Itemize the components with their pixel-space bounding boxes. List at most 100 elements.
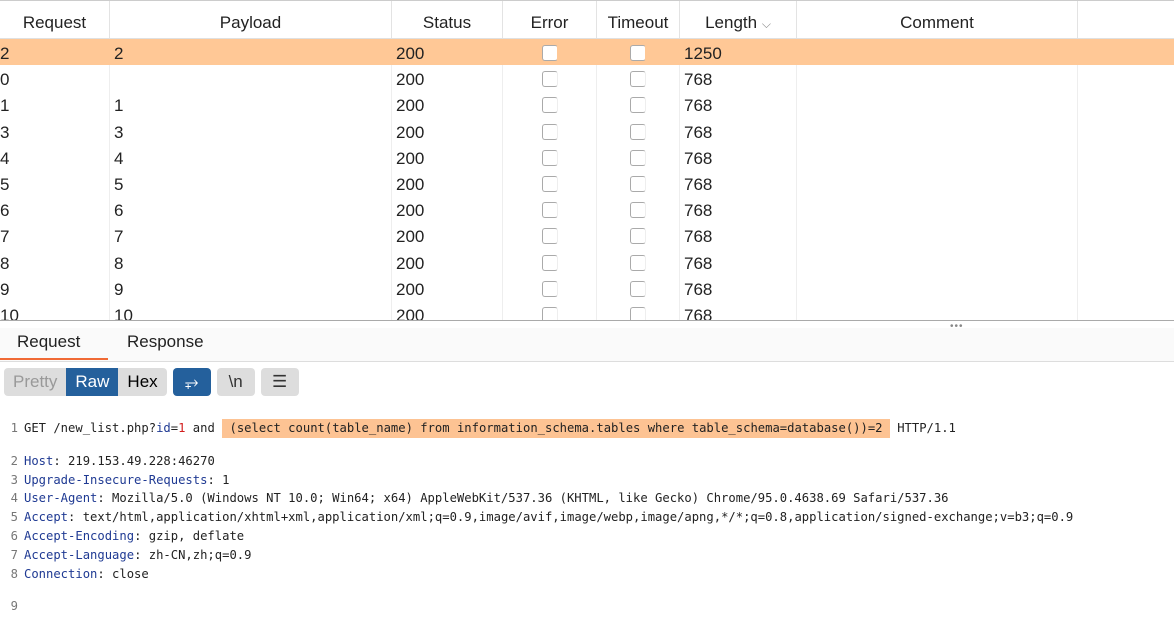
error-checkbox[interactable] bbox=[541, 175, 558, 192]
table-row[interactable]: 5 5 200 768 bbox=[0, 169, 1174, 197]
cell-comment bbox=[797, 91, 1078, 118]
error-checkbox[interactable] bbox=[541, 280, 558, 297]
cell-request: 7 bbox=[0, 222, 110, 249]
timeout-checkbox[interactable] bbox=[630, 97, 646, 114]
cell-request: 9 bbox=[0, 274, 110, 301]
wrap-lines-icon[interactable]: ⥅ bbox=[172, 368, 211, 396]
hex-button[interactable]: Hex bbox=[118, 368, 166, 396]
cell-payload: 2 bbox=[110, 39, 392, 66]
tab-response[interactable]: Response bbox=[127, 332, 204, 352]
cell-status: 200 bbox=[392, 248, 503, 275]
cell-error bbox=[503, 248, 597, 275]
table-row[interactable]: 1 1 200 768 bbox=[0, 91, 1174, 118]
timeout-checkbox[interactable] bbox=[630, 202, 646, 219]
col-timeout[interactable]: Timeout bbox=[597, 1, 680, 38]
table-row[interactable]: 7 7 200 768 bbox=[0, 222, 1174, 249]
timeout-checkbox[interactable] bbox=[630, 149, 646, 166]
show-newlines-button[interactable]: \n bbox=[216, 368, 255, 396]
cell-length: 768 bbox=[680, 274, 797, 301]
col-error[interactable]: Error bbox=[503, 1, 597, 38]
and-keyword: and bbox=[185, 421, 223, 435]
timeout-checkbox[interactable] bbox=[630, 228, 646, 245]
pretty-button[interactable]: Pretty bbox=[4, 368, 66, 396]
request-line: GET /new_list.php? bbox=[24, 421, 157, 435]
cell-status: 200 bbox=[392, 65, 503, 92]
timeout-checkbox[interactable] bbox=[630, 306, 646, 321]
error-checkbox[interactable] bbox=[541, 45, 558, 61]
sort-chevron-icon: ⌵ bbox=[761, 17, 771, 31]
code-line: 4 User-Agent: Mozilla/5.0 (Windows NT 10.… bbox=[0, 489, 1073, 508]
timeout-checkbox[interactable] bbox=[630, 71, 646, 88]
cell-error bbox=[503, 39, 597, 66]
request-editor[interactable]: 1 GET /new_list.php? id = 1 and (select coun… bbox=[0, 405, 1073, 630]
cell-length: 768 bbox=[680, 117, 797, 144]
code-line: 2 Host: 219.153.49.228:46270 bbox=[0, 452, 1073, 471]
timeout-checkbox[interactable] bbox=[630, 280, 646, 297]
cell-error bbox=[503, 91, 597, 118]
header-name: User-Agent bbox=[24, 491, 98, 506]
splitter[interactable] bbox=[0, 320, 1174, 321]
cell-length: 768 bbox=[680, 222, 797, 249]
col-length[interactable]: Length ⌵ bbox=[680, 1, 797, 38]
timeout-checkbox[interactable] bbox=[630, 123, 646, 140]
cell-status: 200 bbox=[392, 196, 503, 223]
timeout-checkbox[interactable] bbox=[630, 254, 646, 271]
header-value: : Mozilla/5.0 (Windows NT 10.0; Win64; x… bbox=[97, 491, 949, 506]
param-eq: = bbox=[170, 421, 179, 435]
col-payload[interactable]: Payload bbox=[110, 1, 392, 38]
error-checkbox[interactable] bbox=[541, 306, 558, 321]
cell-timeout bbox=[597, 91, 680, 118]
timeout-checkbox[interactable] bbox=[630, 45, 646, 61]
table-row[interactable]: 2 2 200 1250 bbox=[0, 39, 1174, 66]
cell-payload: 4 bbox=[110, 143, 392, 170]
editor-toolbar: Pretty Raw Hex ⥅ \n ☰ bbox=[4, 368, 299, 396]
table-row[interactable]: 6 6 200 768 bbox=[0, 196, 1174, 223]
error-checkbox[interactable] bbox=[541, 123, 558, 140]
cell-timeout bbox=[597, 117, 680, 144]
cell-timeout bbox=[597, 196, 680, 223]
cell-comment bbox=[797, 196, 1078, 223]
tab-request[interactable]: Request bbox=[17, 332, 80, 352]
cell-payload: 3 bbox=[110, 117, 392, 144]
cell-request: 3 bbox=[0, 117, 110, 144]
view-mode-toggle: Pretty Raw Hex bbox=[4, 368, 167, 396]
header-name: Accept-Encoding bbox=[24, 528, 135, 543]
cell-length: 768 bbox=[680, 91, 797, 118]
code-line: 1 GET /new_list.php? id = 1 and (select coun… bbox=[0, 419, 1073, 438]
raw-button[interactable]: Raw bbox=[66, 368, 119, 396]
timeout-checkbox[interactable] bbox=[630, 175, 646, 192]
code-line: 9 bbox=[10, 599, 18, 614]
active-tab-underline bbox=[0, 358, 108, 360]
error-checkbox[interactable] bbox=[541, 202, 558, 219]
cell-request: 0 bbox=[0, 65, 110, 92]
cell-comment bbox=[797, 222, 1078, 249]
cell-request: 4 bbox=[0, 143, 110, 170]
table-row[interactable]: 4 4 200 768 bbox=[0, 143, 1174, 170]
cell-status: 200 bbox=[392, 274, 503, 301]
error-checkbox[interactable] bbox=[541, 149, 558, 166]
header-name: Accept-Language bbox=[24, 547, 135, 562]
cell-length: 768 bbox=[680, 300, 797, 321]
table-row[interactable]: 10 10 200 768 bbox=[0, 300, 1174, 321]
table-row[interactable]: 3 3 200 768 bbox=[0, 117, 1174, 144]
menu-icon[interactable]: ☰ bbox=[260, 368, 299, 396]
error-checkbox[interactable] bbox=[541, 228, 558, 245]
cell-length: 768 bbox=[680, 248, 797, 275]
error-checkbox[interactable] bbox=[541, 254, 558, 271]
table-row[interactable]: 8 8 200 768 bbox=[0, 248, 1174, 275]
col-request[interactable]: Request bbox=[0, 1, 110, 38]
error-checkbox[interactable] bbox=[541, 71, 558, 88]
header-value: : 1 bbox=[207, 472, 230, 487]
cell-payload: 5 bbox=[110, 169, 392, 197]
col-length-label: Length bbox=[705, 13, 758, 32]
cell-status: 200 bbox=[392, 143, 503, 170]
table-row[interactable]: 9 9 200 768 bbox=[0, 274, 1174, 301]
cell-status: 200 bbox=[392, 169, 503, 197]
col-comment[interactable]: Comment bbox=[797, 1, 1078, 38]
error-checkbox[interactable] bbox=[541, 97, 558, 114]
cell-timeout bbox=[597, 248, 680, 275]
cell-timeout bbox=[597, 222, 680, 249]
payload-highlight: (select count(table_name) from informati… bbox=[222, 419, 890, 438]
table-row[interactable]: 0 200 768 bbox=[0, 65, 1174, 92]
col-status[interactable]: Status bbox=[392, 1, 503, 38]
